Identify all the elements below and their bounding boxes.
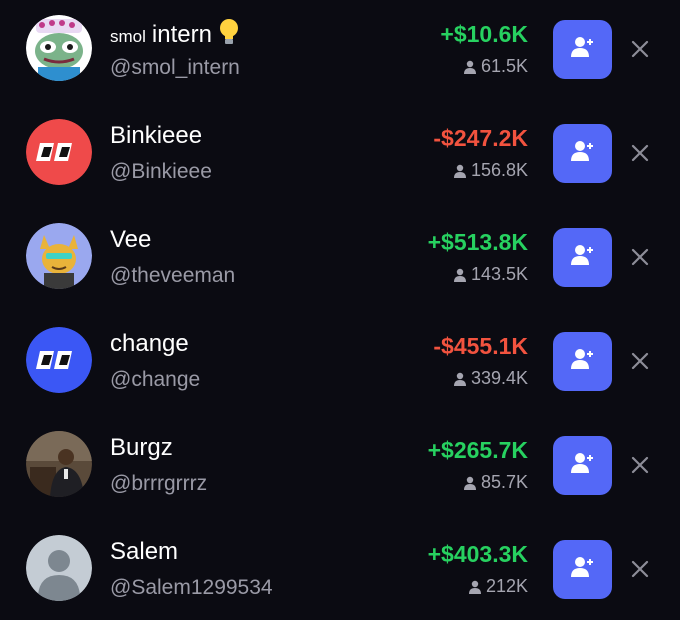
person-icon [463, 57, 477, 79]
add-user-icon [570, 243, 596, 272]
person-icon [453, 161, 467, 183]
dismiss-button[interactable] [628, 245, 652, 269]
follower-count-text: 339.4K [470, 368, 528, 388]
follow-button[interactable] [553, 436, 612, 495]
pnl-value: +$403.3K [427, 541, 528, 567]
follower-count: 85.7K [463, 471, 528, 495]
trader-row[interactable]: Salem @Salem1299534 +$403.3K 212K [0, 520, 680, 620]
add-user-icon [570, 35, 596, 64]
trader-handle[interactable]: @change [110, 367, 200, 393]
trader-row[interactable]: change @change -$455.1K 339.4K [0, 312, 680, 416]
follower-count-text: 143.5K [470, 264, 528, 284]
trader-handle[interactable]: @Salem1299534 [110, 575, 273, 601]
follower-count: 143.5K [453, 263, 528, 287]
trader-name[interactable]: Binkieee [110, 122, 202, 150]
person-icon [463, 473, 477, 495]
follower-count-text: 212K [485, 576, 528, 596]
follow-button[interactable] [553, 540, 612, 599]
cat-avatar[interactable] [26, 223, 92, 289]
lightbulb-icon [218, 18, 240, 53]
dismiss-button[interactable] [628, 453, 652, 477]
follower-count-text: 61.5K [480, 56, 528, 76]
dismiss-button[interactable] [628, 141, 652, 165]
trader-handle[interactable]: @brrrgrrrz [110, 471, 207, 497]
default-avatar[interactable] [26, 535, 92, 601]
trader-row[interactable]: smol intern @smol_intern +$10.6K 61.5K [0, 0, 680, 104]
photo-avatar[interactable] [26, 431, 92, 497]
suggested-traders-list: smol intern @smol_intern +$10.6K 61.5K B… [0, 0, 680, 620]
close-icon [628, 456, 652, 481]
person-icon [468, 577, 482, 599]
trader-row[interactable]: Vee @theveeman +$513.8K 143.5K [0, 208, 680, 312]
pnl-value: +$10.6K [440, 21, 528, 47]
trader-name[interactable]: Vee [110, 226, 151, 254]
dismiss-button[interactable] [628, 557, 652, 581]
close-icon [628, 352, 652, 377]
follower-count: 339.4K [453, 367, 528, 391]
logo-avatar-blue[interactable] [26, 327, 92, 393]
follow-button[interactable] [553, 20, 612, 79]
dismiss-button[interactable] [628, 37, 652, 61]
person-icon [453, 369, 467, 391]
name-text: intern [151, 21, 212, 48]
pnl-value: +$265.7K [427, 437, 528, 463]
close-icon [628, 248, 652, 273]
dismiss-button[interactable] [628, 349, 652, 373]
trader-name[interactable]: smol intern [110, 18, 240, 53]
trader-row[interactable]: Binkieee @Binkieee -$247.2K 156.8K [0, 104, 680, 208]
follower-count-text: 156.8K [470, 160, 528, 180]
add-user-icon [570, 555, 596, 584]
follower-count: 61.5K [463, 55, 528, 79]
name-prefix: smol [110, 27, 146, 46]
close-icon [628, 560, 652, 585]
frog-avatar[interactable] [26, 15, 92, 81]
trader-name[interactable]: Salem [110, 538, 178, 566]
trader-name[interactable]: change [110, 330, 189, 358]
follow-button[interactable] [553, 228, 612, 287]
trader-handle[interactable]: @theveeman [110, 263, 235, 289]
pnl-value: -$247.2K [433, 125, 528, 151]
trader-row[interactable]: Burgz @brrrgrrrz +$265.7K 85.7K [0, 416, 680, 520]
follow-button[interactable] [553, 124, 612, 183]
add-user-icon [570, 139, 596, 168]
trader-name[interactable]: Burgz [110, 434, 173, 462]
follower-count: 212K [468, 575, 528, 599]
add-user-icon [570, 451, 596, 480]
person-icon [453, 265, 467, 287]
add-user-icon [570, 347, 596, 376]
trader-handle[interactable]: @smol_intern [110, 55, 240, 81]
follow-button[interactable] [553, 332, 612, 391]
pnl-value: -$455.1K [433, 333, 528, 359]
follower-count: 156.8K [453, 159, 528, 183]
close-icon [628, 144, 652, 169]
close-icon [628, 40, 652, 65]
trader-handle[interactable]: @Binkieee [110, 159, 212, 185]
pnl-value: +$513.8K [427, 229, 528, 255]
logo-avatar-red[interactable] [26, 119, 92, 185]
follower-count-text: 85.7K [480, 472, 528, 492]
